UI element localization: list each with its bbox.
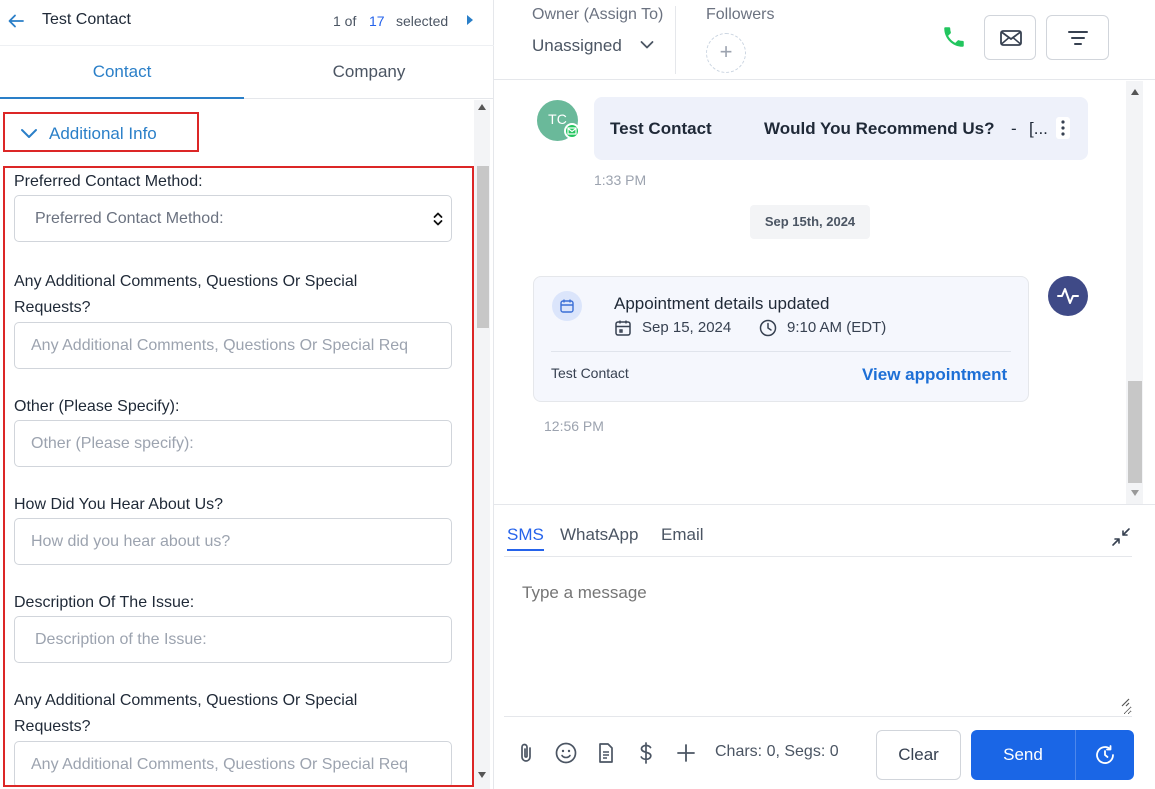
collapse-icon[interactable] (1111, 527, 1131, 547)
chevron-down-icon (21, 129, 37, 138)
additional-comments-input[interactable]: Any Additional Comments, Questions Or Sp… (14, 322, 452, 369)
message-sender: Test Contact (610, 119, 712, 138)
tabs-divider (504, 556, 1132, 557)
appointment-divider (551, 351, 1011, 352)
send-button[interactable]: Send (971, 730, 1075, 780)
calendar-date-icon (615, 320, 631, 336)
scroll-thumb[interactable] (477, 166, 489, 328)
clock-icon (759, 319, 777, 337)
field-label: Any Additional Comments, Questions Or Sp… (14, 273, 358, 290)
appointment-title: Appointment details updated (614, 294, 830, 313)
conversation-panel: Owner (Assign To) Unassigned Followers +… (494, 0, 1155, 789)
field-label: Preferred Contact Method: (14, 173, 203, 190)
left-scrollbar[interactable] (474, 100, 490, 789)
field-label: Other (Please Specify): (14, 398, 180, 415)
more-options-icon[interactable] (1056, 117, 1070, 139)
appointment-contact: Test Contact (551, 365, 629, 381)
appointment-card: Appointment details updated Sep 15, 2024… (533, 276, 1029, 402)
hear-about-us-input[interactable]: How did you hear about us? (14, 518, 452, 565)
message-time: 1:33 PM (594, 172, 647, 188)
message-preview: [... (1029, 119, 1048, 138)
appointment-time: 9:10 AM (EDT) (787, 319, 887, 336)
tab-company[interactable]: Company (244, 47, 494, 99)
view-appointment-link[interactable]: View appointment (862, 365, 1007, 385)
scroll-thumb[interactable] (1128, 381, 1142, 483)
tab-contact[interactable]: Contact (0, 47, 244, 99)
next-contact-icon[interactable] (465, 13, 475, 27)
tab-whatsapp[interactable]: WhatsApp (560, 525, 638, 545)
select-arrows-icon (433, 212, 443, 226)
chevron-down-icon[interactable] (640, 40, 654, 50)
tab-email[interactable]: Email (661, 525, 704, 545)
mail-icon (1000, 30, 1022, 46)
issue-description-input[interactable]: Description of the Issue: (14, 616, 452, 663)
field-label: How Did You Hear About Us? (14, 496, 224, 513)
field-label: Description Of The Issue: (14, 594, 195, 611)
contact-tabs: Contact Company (0, 47, 494, 99)
message-subject: Would You Recommend Us? (764, 119, 995, 138)
date-divider: Sep 15th, 2024 (750, 205, 870, 239)
plus-icon[interactable] (674, 741, 698, 765)
schedule-send-button[interactable] (1075, 730, 1134, 780)
message-card[interactable]: Test Contact Would You Recommend Us? - [… (594, 97, 1088, 160)
scroll-down-icon[interactable] (478, 772, 486, 778)
contact-details-panel: Test Contact 1 of 17 selected Contact Co… (0, 0, 494, 789)
field-label: Requests? (14, 299, 91, 316)
selection-prefix: 1 of (333, 13, 357, 29)
email-badge-icon (564, 123, 580, 139)
add-follower-button[interactable]: + (706, 33, 746, 73)
scroll-down-icon[interactable] (1131, 490, 1139, 496)
additional-info-fields: Preferred Contact Method: Preferred Cont… (3, 166, 474, 787)
selection-suffix: selected (396, 13, 449, 29)
conversation-thread: TC Test Contact Would You Recommend Us? … (494, 81, 1126, 504)
appointment-date: Sep 15, 2024 (642, 319, 732, 336)
contact-topbar: Test Contact 1 of 17 selected (0, 0, 494, 46)
header-divider (675, 6, 676, 74)
emoji-icon[interactable] (554, 741, 578, 765)
contact-name: Test Contact (42, 11, 131, 28)
filter-icon (1068, 31, 1088, 45)
message-separator: - (1011, 119, 1017, 138)
composer-divider (504, 716, 1132, 717)
payment-icon[interactable] (634, 741, 658, 765)
field-label: Any Additional Comments, Questions Or Sp… (14, 692, 358, 709)
email-button[interactable] (984, 15, 1036, 60)
resize-grip-icon[interactable] (1120, 697, 1130, 707)
template-icon[interactable] (594, 741, 618, 765)
preferred-contact-select[interactable]: Preferred Contact Method: (14, 195, 452, 242)
other-specify-input[interactable]: Other (Please specify): (14, 420, 452, 467)
filter-button[interactable] (1046, 15, 1109, 60)
calendar-icon (552, 291, 582, 321)
paperclip-icon[interactable] (514, 741, 538, 765)
scroll-up-icon[interactable] (1131, 89, 1139, 95)
back-arrow-icon[interactable] (6, 11, 26, 31)
select-value: Preferred Contact Method: (35, 210, 224, 227)
additional-info-header[interactable]: Additional Info (3, 112, 199, 152)
appointment-time-sent: 12:56 PM (544, 418, 604, 434)
character-counter: Chars: 0, Segs: 0 (715, 743, 839, 760)
message-input[interactable] (504, 567, 1132, 715)
conversation-header: Owner (Assign To) Unassigned Followers + (494, 0, 1155, 80)
section-title: Additional Info (49, 124, 157, 143)
followers-label: Followers (706, 6, 775, 23)
message-composer: SMS WhatsApp Email Chars: 0, Seg (494, 504, 1155, 789)
selection-count[interactable]: 17 (369, 13, 385, 29)
additional-comments-input-2[interactable]: Any Additional Comments, Questions Or Sp… (14, 741, 452, 785)
plus-icon: + (719, 39, 733, 64)
owner-label: Owner (Assign To) (532, 6, 664, 23)
conversation-scrollbar[interactable] (1126, 81, 1143, 504)
activity-icon (1048, 276, 1088, 316)
schedule-clock-icon (1096, 745, 1114, 764)
scroll-up-icon[interactable] (478, 104, 486, 110)
owner-select[interactable]: Unassigned (532, 36, 622, 56)
tab-sms[interactable]: SMS (507, 525, 544, 551)
phone-icon[interactable] (941, 24, 967, 50)
field-label: Requests? (14, 718, 91, 735)
clear-button[interactable]: Clear (876, 730, 961, 780)
